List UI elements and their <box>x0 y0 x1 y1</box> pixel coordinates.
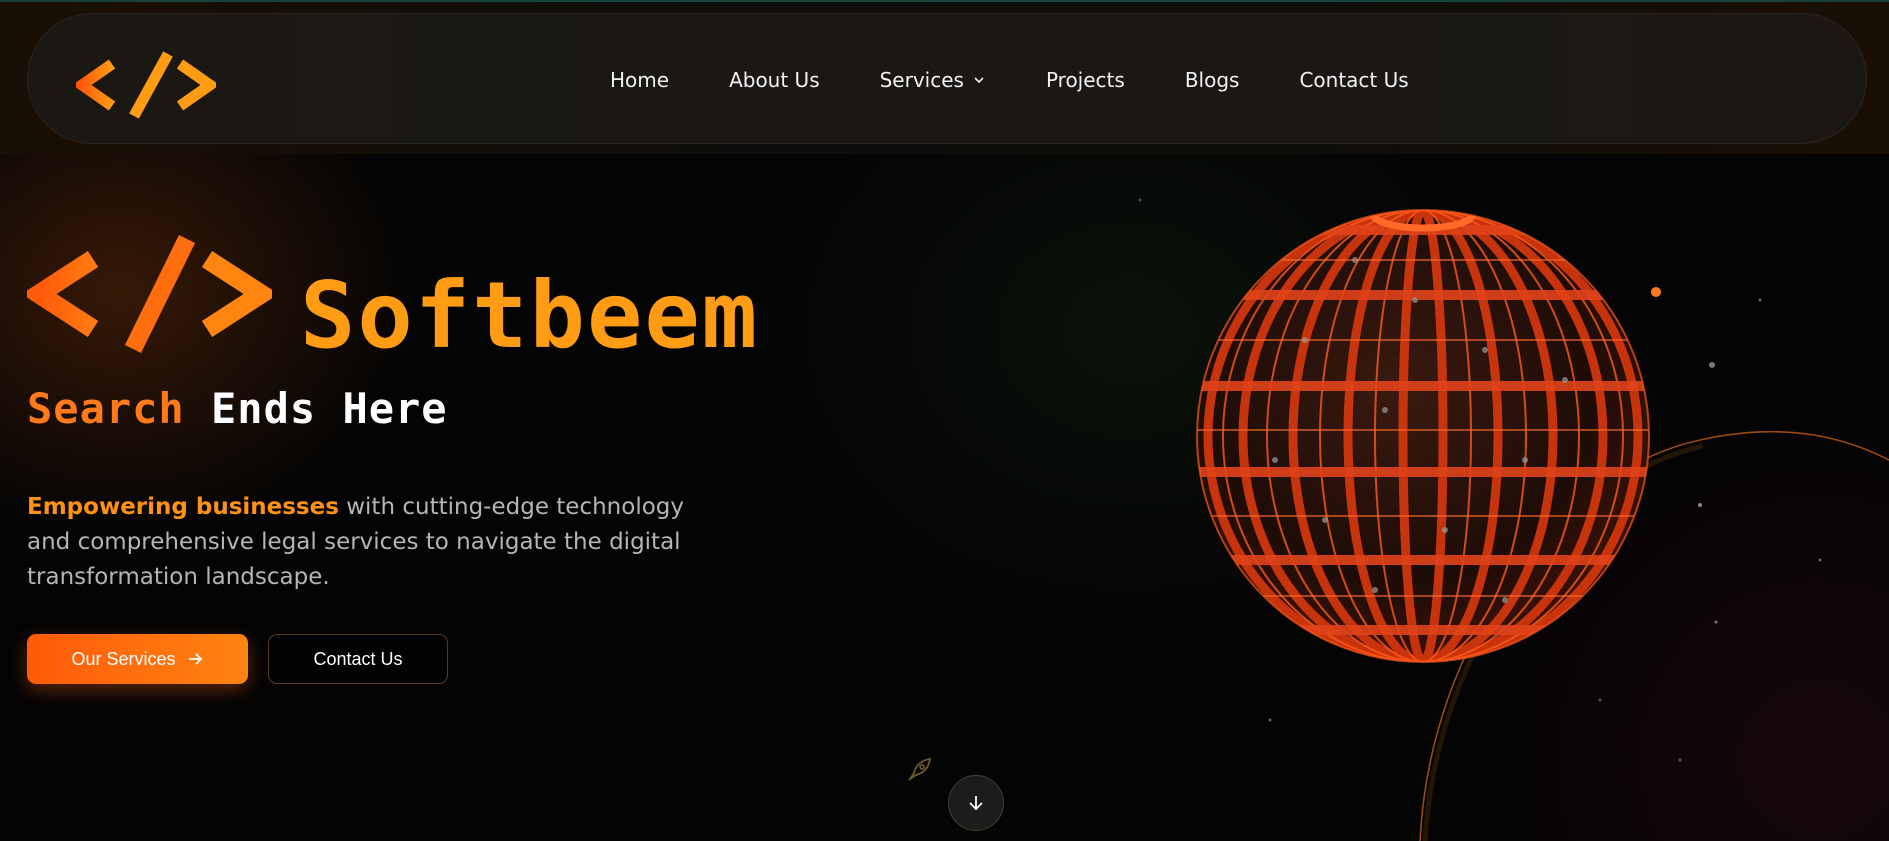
code-brackets-icon[interactable] <box>76 50 216 120</box>
nav-blogs-label: Blogs <box>1184 67 1240 92</box>
nav-services[interactable]: Services <box>880 68 986 92</box>
tagline-rest: Ends Here <box>211 384 448 433</box>
chevron-down-icon <box>974 76 984 83</box>
nav-about-us[interactable]: About Us <box>729 68 820 92</box>
contact-us-button[interactable]: Contact Us <box>268 634 448 684</box>
nav-menu: Home About Us Services Projects Blogs Co… <box>610 14 1469 145</box>
description-highlight: Empowering businesses <box>27 494 339 520</box>
arrow-down-icon <box>969 796 983 811</box>
nav-home[interactable]: Home <box>610 68 669 92</box>
brand-name: Softbeem <box>300 262 760 369</box>
globe-illustration <box>1196 209 1650 663</box>
nav-blogs[interactable]: Blogs <box>1185 68 1240 92</box>
our-services-button[interactable]: Our Services <box>27 634 248 684</box>
contact-us-label: Contact Us <box>313 648 403 669</box>
nav-about-label: About Us <box>729 67 820 92</box>
nav-home-label: Home <box>610 67 670 92</box>
nav-projects-label: Projects <box>1045 67 1125 92</box>
main-navbar: Home About Us Services Projects Blogs Co… <box>27 13 1867 144</box>
rocket-icon <box>908 757 932 781</box>
hero-code-brackets-icon <box>27 235 272 353</box>
hero-description: Empowering businesses with cutting-edge … <box>27 490 707 595</box>
top-border-line <box>0 0 1889 2</box>
hero-tagline: Search Ends Here <box>27 388 448 430</box>
nav-contact-us[interactable]: Contact Us <box>1299 68 1408 92</box>
scroll-down-button[interactable] <box>948 775 1004 831</box>
arrow-right-icon <box>188 653 202 665</box>
nav-projects[interactable]: Projects <box>1046 68 1125 92</box>
nav-services-label: Services <box>879 67 964 92</box>
our-services-label: Our Services <box>71 648 176 669</box>
tagline-highlight: Search <box>27 384 185 433</box>
nav-contact-label: Contact Us <box>1299 67 1409 92</box>
